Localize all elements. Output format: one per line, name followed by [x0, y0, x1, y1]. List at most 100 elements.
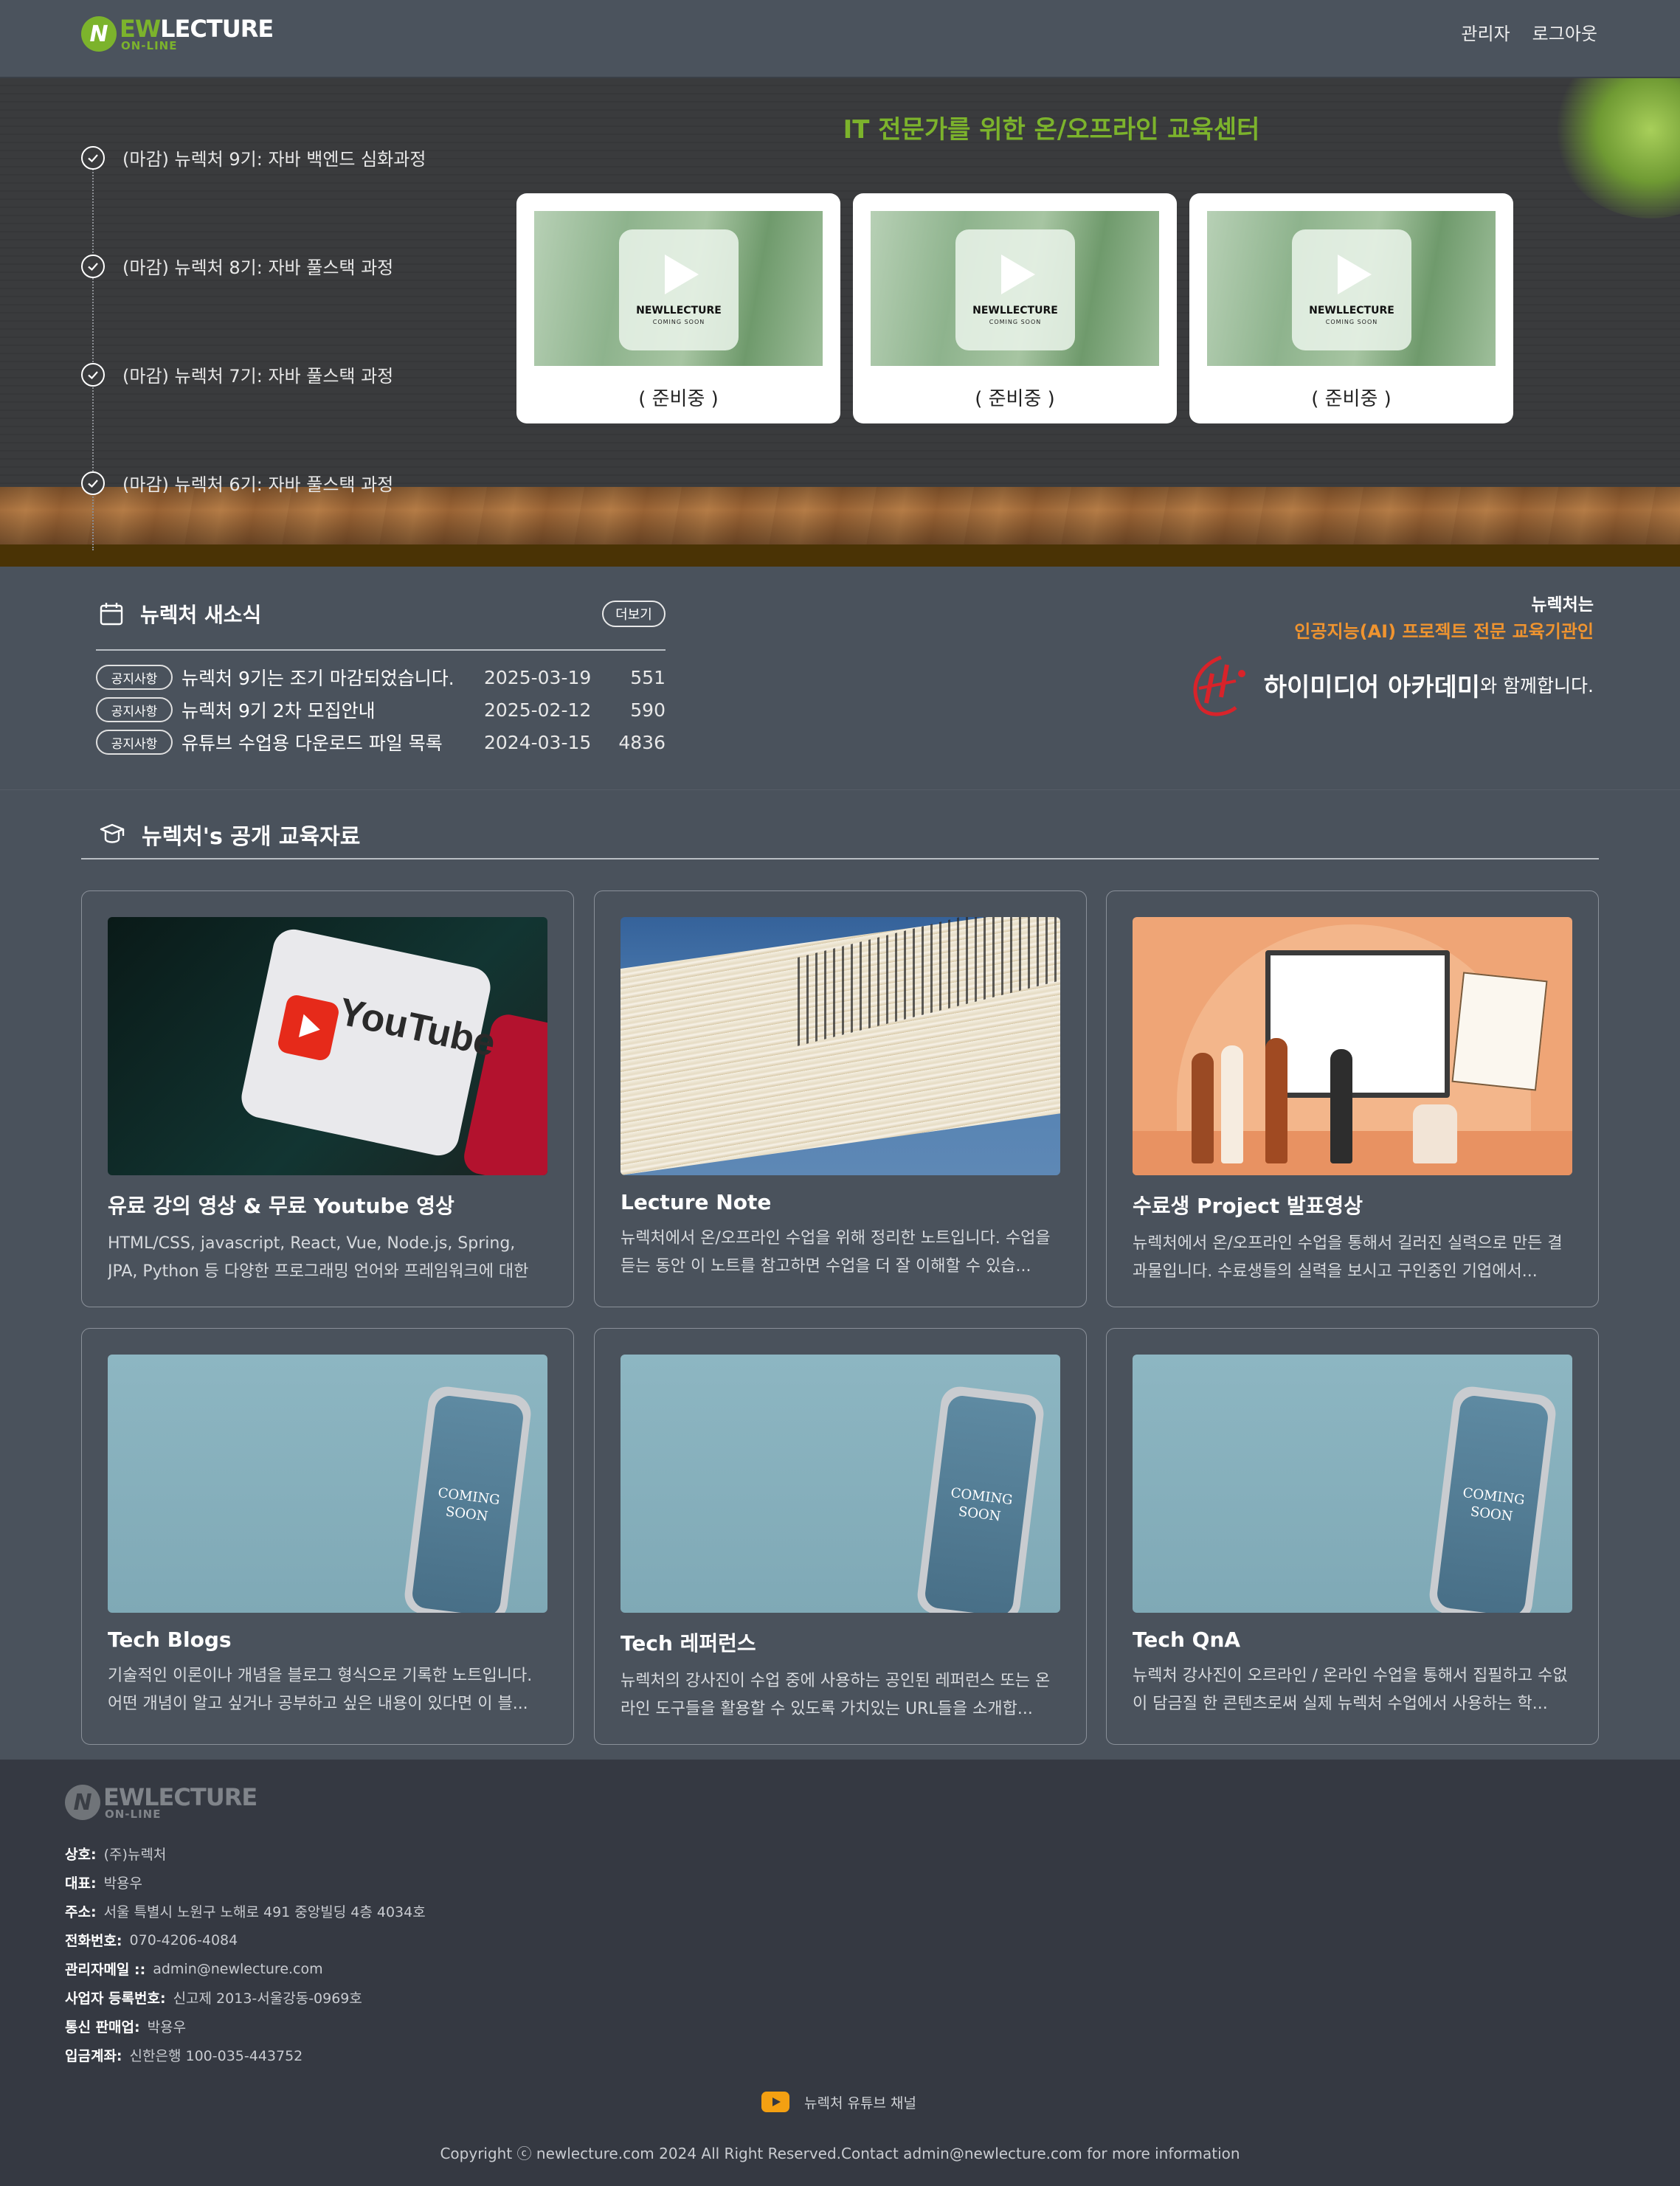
video-caption: ( 준비중 ) [638, 388, 719, 410]
material-card-desc: 기술적인 이론이나 개념을 블로그 형식으로 기록한 노트입니다. 어떤 개념이… [108, 1667, 533, 1713]
presentation-thumbnail [1133, 917, 1572, 1175]
news-row-views: 551 [630, 666, 666, 688]
youtube-icon [761, 2092, 789, 2112]
green-glow [1555, 78, 1680, 218]
more-button[interactable]: 더보기 [602, 601, 666, 627]
news-row[interactable]: 공지사항 뉴렉처 9기 2차 모집안내 2025-02-12 590 [96, 696, 666, 723]
site-footer: N EWLECTURE ON-LINE 상호: (주)뉴렉처 대표: 박용우 주소:… [0, 1760, 1680, 2186]
person-figure [1221, 1045, 1243, 1163]
play-icon [665, 255, 699, 294]
hero-title: IT 전문가를 위한 온/오프라인 교육센터 [843, 115, 1260, 145]
check-circle-icon [81, 362, 105, 387]
timeline-label: (마감) 뉴렉처 9기: 자바 백엔드 심화과정 [122, 149, 426, 170]
material-card-desc: 뉴렉처에서 온/오프라인 수업을 통해서 길러진 실력으로 만든 결과물입니다.… [1133, 1234, 1563, 1281]
info-row: 주소: 서울 특별시 노원구 노해로 491 중앙빌딩 4층 4034호 [65, 1904, 426, 1920]
info-row: 관리자메일 :: admin@newlecture.com [65, 1960, 323, 1979]
check-circle-icon [81, 254, 105, 278]
hero-section: (마감) 뉴렉처 9기: 자바 백엔드 심화과정 (마감) 뉴렉처 8기: 자바… [0, 78, 1680, 567]
person-figure [1413, 1104, 1457, 1163]
news-row-date: 2024-03-15 [484, 731, 592, 753]
news-row-title[interactable]: 유튜브 수업용 다운로드 파일 목록 [182, 729, 484, 755]
video-thumbnail: NEWLLECTURE COMING SOON [1207, 211, 1496, 366]
material-card[interactable]: Lecture Note 뉴렉처에서 온/오프라인 수업을 위해 정리한 노트입… [594, 890, 1087, 1307]
timeline-item[interactable]: (마감) 뉴렉처 6기: 자바 풀스택 과정 [81, 470, 393, 496]
notice-tag: 공지사항 [96, 730, 173, 755]
info-row: 통신 판매업: 박용우 [65, 2019, 187, 2035]
material-card[interactable]: 수료생 Project 발표영상 뉴렉처에서 온/오프라인 수업을 통해서 길러… [1106, 890, 1599, 1307]
material-card-title: Lecture Note [621, 1190, 772, 1214]
play-icon [1338, 255, 1372, 294]
check-circle-icon [81, 471, 105, 495]
material-card-title: 유료 강의 영상 & 무료 Youtube 영상 [108, 1194, 454, 1218]
whiteboard [1265, 950, 1450, 1098]
material-card-desc: 뉴렉처의 강사진이 수업 중에 사용하는 공인된 레퍼런스 또는 온라인 도구들… [621, 1672, 1051, 1718]
company-info: 상호: (주)뉴렉처 대표: 박용우 주소: 서울 특별시 노원구 노해로 491 중… [65, 1839, 426, 2069]
coming-soon-thumbnail: COMING SOON [108, 1355, 547, 1613]
timeline-label: (마감) 뉴렉처 8기: 자바 풀스택 과정 [122, 257, 394, 278]
info-row: 사업자 등록번호: 신고제 2013-서울강동-0969호 [65, 1990, 362, 2007]
material-card-desc: 뉴렉처 강사진이 오르라인 / 온라인 수업을 통해서 집필하고 수없이 담금질… [1133, 1667, 1568, 1713]
timeline-item[interactable]: (마감) 뉴렉처 8기: 자바 풀스택 과정 [81, 253, 393, 279]
footer-logo[interactable]: N EWLECTURE ON-LINE [65, 1785, 257, 1820]
timeline-label: (마감) 뉴렉처 7기: 자바 풀스택 과정 [122, 366, 394, 387]
person-figure [1265, 1038, 1287, 1163]
news-row[interactable]: 공지사항 뉴렉처 9기는 조기 마감되었습니다. 2025-03-19 551 [96, 664, 666, 691]
logo-mark: N [65, 1785, 100, 1820]
timeline-item[interactable]: (마감) 뉴렉처 7기: 자바 풀스택 과정 [81, 362, 393, 387]
play-icon [1001, 255, 1035, 294]
video-cards: NEWLLECTURE COMING SOON ( 준비중 ) NEWLLECT… [516, 193, 1513, 423]
news-row-title[interactable]: 뉴렉처 9기 2차 모집안내 [182, 696, 484, 723]
material-card-title: Tech 레퍼런스 [621, 1631, 756, 1656]
video-card[interactable]: NEWLLECTURE COMING SOON ( 준비중 ) [853, 193, 1177, 423]
material-card-title: 수료생 Project 발표영상 [1133, 1194, 1363, 1218]
divider [81, 858, 1599, 859]
logo-ew: EW [120, 14, 161, 43]
info-row: 입금계좌: 신한은행 100-035-443752 [65, 2048, 303, 2064]
news-row[interactable]: 공지사항 유튜브 수업용 다운로드 파일 목록 2024-03-15 4836 [96, 729, 666, 755]
material-card[interactable]: COMING SOON Tech 레퍼런스 뉴렉처의 강사진이 수업 중에 사용하… [594, 1328, 1087, 1745]
partner-line1: 뉴렉처는 [1531, 595, 1594, 615]
partner-line2: 인공지능(AI) 프로젝트 전문 교육기관인 [1294, 621, 1594, 642]
divider [96, 649, 666, 651]
logo-lecture: LECTURE [160, 14, 274, 43]
video-card[interactable]: NEWLLECTURE COMING SOON ( 준비중 ) [1189, 193, 1513, 423]
himedia-logo-icon[interactable] [1184, 651, 1249, 718]
site-logo[interactable]: N EWLECTURE ON-LINE [81, 14, 274, 52]
youtube-channel-link[interactable]: 뉴렉처 유튜브 채널 [761, 2092, 916, 2112]
video-thumbnail: NEWLLECTURE COMING SOON [871, 211, 1159, 366]
video-card[interactable]: NEWLLECTURE COMING SOON ( 준비중 ) [516, 193, 840, 423]
nav-admin-link[interactable]: 관리자 [1461, 19, 1510, 45]
notebooks-thumbnail [621, 917, 1060, 1175]
youtube-channel-label: 뉴렉처 유튜브 채널 [804, 2095, 916, 2111]
calendar-icon [100, 603, 123, 626]
video-thumbnail: NEWLLECTURE COMING SOON [534, 211, 823, 366]
easel [1451, 972, 1548, 1091]
material-card-desc: HTML/CSS, javascript, React, Vue, Node.j… [108, 1234, 529, 1281]
news-title: 뉴렉처 새소식 [140, 603, 262, 627]
site-header: N EWLECTURE ON-LINE 관리자 로그아웃 [0, 0, 1680, 78]
material-card[interactable]: COMING SOON Tech QnA 뉴렉처 강사진이 오르라인 / 온라인 … [1106, 1328, 1599, 1745]
materials-section: 뉴렉처's 공개 교육자료 YouTube 유료 강의 영상 & 무료 Yout… [0, 789, 1680, 1760]
info-row: 대표: 박용우 [65, 1875, 143, 1892]
copyright: Copyright ⓒ newlecture.com 2024 All Righ… [440, 2145, 1240, 2162]
news-row-title[interactable]: 뉴렉처 9기는 조기 마감되었습니다. [182, 664, 484, 691]
graduation-cap-icon [100, 823, 125, 843]
timeline-item[interactable]: (마감) 뉴렉처 9기: 자바 백엔드 심화과정 [81, 145, 426, 170]
material-card[interactable]: YouTube 유료 강의 영상 & 무료 Youtube 영상 HTML/CS… [81, 890, 574, 1307]
notice-tag: 공지사항 [96, 665, 173, 690]
news-section: 뉴렉처 새소식 더보기 공지사항 뉴렉처 9기는 조기 마감되었습니다. 202… [0, 567, 1680, 789]
nav-logout-link[interactable]: 로그아웃 [1532, 19, 1597, 45]
partner-suffix: 와 함께합니다. [1480, 675, 1594, 696]
video-caption: ( 준비중 ) [1311, 388, 1392, 410]
news-row-views: 590 [630, 699, 666, 721]
logo-mark: N [81, 16, 117, 52]
timeline-label: (마감) 뉴렉처 6기: 자바 풀스택 과정 [122, 474, 394, 495]
check-circle-icon [81, 145, 105, 170]
material-card[interactable]: COMING SOON Tech Blogs 기술적인 이론이나 개념을 블로그 … [81, 1328, 574, 1745]
top-nav: 관리자 로그아웃 [1461, 19, 1597, 45]
material-card-desc: 뉴렉처에서 온/오프라인 수업을 위해 정리한 노트입니다. 수업을 듣는 동안… [621, 1229, 1051, 1276]
news-row-date: 2025-03-19 [484, 666, 592, 688]
info-row: 상호: (주)뉴렉처 [65, 1847, 167, 1863]
material-card-title: Tech QnA [1133, 1628, 1241, 1652]
partner-name: 하이미디어 아카데미 [1263, 672, 1481, 702]
